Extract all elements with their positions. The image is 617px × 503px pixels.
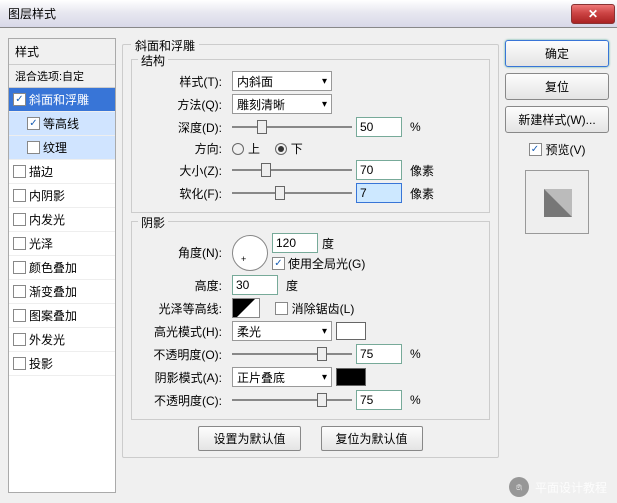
highlight-opacity-slider[interactable]: [232, 345, 352, 363]
style-checkbox[interactable]: [13, 309, 26, 322]
altitude-input[interactable]: 30: [232, 275, 278, 295]
styles-list: 样式 混合选项:自定 斜面和浮雕等高线纹理描边内阴影内发光光泽颜色叠加渐变叠加图…: [8, 38, 116, 493]
bevel-group: 斜面和浮雕 结构 样式(T):内斜面 方法(Q):雕刻清晰 深度(D):50% …: [122, 44, 499, 458]
style-item-3[interactable]: 描边: [9, 160, 115, 184]
preview-checkbox[interactable]: [529, 143, 542, 156]
highlight-opacity-input[interactable]: 75: [356, 344, 402, 364]
gloss-contour[interactable]: [232, 298, 260, 318]
blend-options[interactable]: 混合选项:自定: [9, 65, 115, 88]
shading-group: 阴影 角度(N): 120度 使用全局光(G) 高度:30度 光泽等高线: 消除…: [131, 221, 490, 420]
shadow-opacity-slider[interactable]: [232, 391, 352, 409]
style-item-11[interactable]: 投影: [9, 352, 115, 376]
size-slider[interactable]: [232, 161, 352, 179]
style-checkbox[interactable]: [13, 189, 26, 202]
angle-dial[interactable]: [232, 235, 268, 271]
ok-button[interactable]: 确定: [505, 40, 609, 67]
style-checkbox[interactable]: [13, 213, 26, 226]
watermark: ෧ 平面设计教程: [509, 477, 607, 497]
highlight-color[interactable]: [336, 322, 366, 340]
cancel-button[interactable]: 复位: [505, 73, 609, 100]
close-button[interactable]: ✕: [571, 4, 615, 24]
style-item-5[interactable]: 内发光: [9, 208, 115, 232]
style-item-1[interactable]: 等高线: [9, 112, 115, 136]
style-checkbox[interactable]: [13, 237, 26, 250]
style-item-9[interactable]: 图案叠加: [9, 304, 115, 328]
style-checkbox[interactable]: [13, 333, 26, 346]
style-item-10[interactable]: 外发光: [9, 328, 115, 352]
style-select[interactable]: 内斜面: [232, 71, 332, 91]
shadow-color[interactable]: [336, 368, 366, 386]
dir-up-radio[interactable]: [232, 143, 244, 155]
style-checkbox[interactable]: [13, 261, 26, 274]
make-default-button[interactable]: 设置为默认值: [198, 426, 300, 451]
size-input[interactable]: 70: [356, 160, 402, 180]
style-item-8[interactable]: 渐变叠加: [9, 280, 115, 304]
style-checkbox[interactable]: [13, 165, 26, 178]
dir-down-radio[interactable]: [275, 143, 287, 155]
soften-slider[interactable]: [232, 184, 352, 202]
technique-select[interactable]: 雕刻清晰: [232, 94, 332, 114]
global-light-checkbox[interactable]: [272, 257, 285, 270]
style-checkbox[interactable]: [13, 285, 26, 298]
style-item-0[interactable]: 斜面和浮雕: [9, 88, 115, 112]
shadow-opacity-input[interactable]: 75: [356, 390, 402, 410]
highlight-mode-select[interactable]: 柔光: [232, 321, 332, 341]
dialog-title: 图层样式: [8, 5, 56, 22]
new-style-button[interactable]: 新建样式(W)...: [505, 106, 609, 133]
shadow-mode-select[interactable]: 正片叠底: [232, 367, 332, 387]
depth-slider[interactable]: [232, 118, 352, 136]
style-checkbox[interactable]: [13, 357, 26, 370]
style-item-2[interactable]: 纹理: [9, 136, 115, 160]
depth-input[interactable]: 50: [356, 117, 402, 137]
soften-input[interactable]: 7: [356, 183, 402, 203]
style-checkbox[interactable]: [27, 141, 40, 154]
style-item-4[interactable]: 内阴影: [9, 184, 115, 208]
preview-swatch: [525, 170, 589, 234]
styles-header: 样式: [9, 39, 115, 65]
reset-default-button[interactable]: 复位为默认值: [321, 426, 423, 451]
wechat-icon: ෧: [509, 477, 529, 497]
structure-group: 结构 样式(T):内斜面 方法(Q):雕刻清晰 深度(D):50% 方向:上 下…: [131, 59, 490, 213]
angle-input[interactable]: 120: [272, 233, 318, 253]
style-checkbox[interactable]: [13, 93, 26, 106]
antialias-checkbox[interactable]: [275, 302, 288, 315]
style-item-6[interactable]: 光泽: [9, 232, 115, 256]
style-item-7[interactable]: 颜色叠加: [9, 256, 115, 280]
style-checkbox[interactable]: [27, 117, 40, 130]
